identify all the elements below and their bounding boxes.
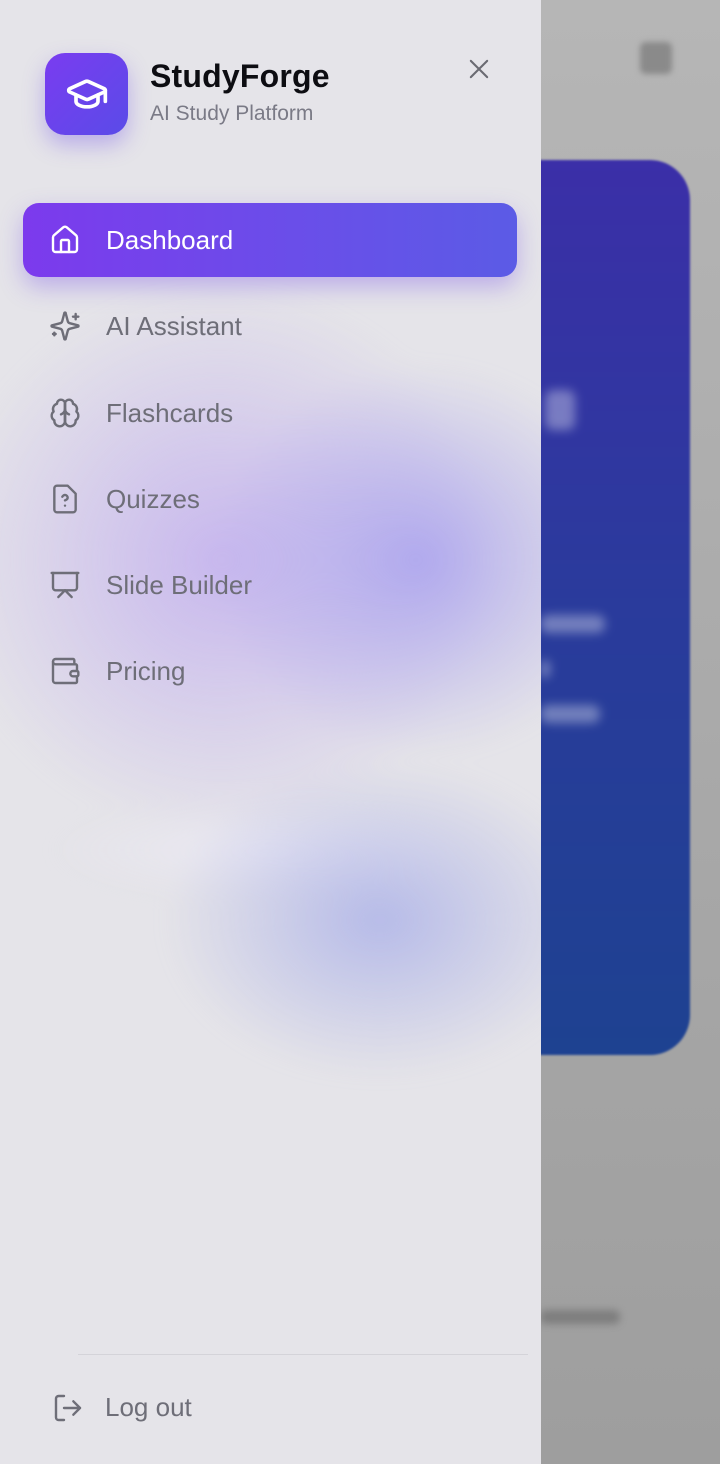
sidebar-item-label: Pricing: [106, 656, 186, 687]
background-menu-icon: [640, 42, 672, 74]
home-icon: [49, 224, 81, 256]
background-card-text: [540, 615, 605, 633]
background-card-text: [540, 705, 600, 723]
sidebar-item-ai-assistant[interactable]: AI Assistant: [23, 289, 517, 363]
wallet-icon: [49, 655, 81, 687]
background-footer-text: [540, 1310, 620, 1324]
background-card-text: [540, 660, 550, 678]
app-screen: StudyForge AI Study Platform Dashboard A…: [0, 0, 720, 1464]
brand-logo: [45, 53, 128, 135]
close-icon: [469, 59, 489, 79]
sidebar-item-label: Dashboard: [106, 225, 234, 255]
presentation-icon: [49, 569, 81, 601]
sidebar-nav: Dashboard AI Assistant Flashcards Quizze…: [23, 203, 517, 721]
sidebar-item-label: Flashcards: [106, 397, 234, 428]
sidebar-item-slide-builder[interactable]: Slide Builder: [23, 548, 517, 622]
sidebar-item-quizzes[interactable]: Quizzes: [23, 462, 517, 536]
close-drawer-button[interactable]: [458, 48, 500, 90]
logout-button[interactable]: Log out: [46, 1380, 346, 1436]
sidebar-item-label: AI Assistant: [106, 311, 242, 342]
brand-title: StudyForge: [150, 58, 330, 94]
graduation-cap-icon: [66, 79, 107, 109]
sidebar-item-label: Quizzes: [106, 483, 200, 514]
logout-label: Log out: [105, 1392, 192, 1422]
sparkles-icon: [49, 310, 81, 342]
sidebar-item-flashcards[interactable]: Flashcards: [23, 376, 517, 450]
sidebar-item-dashboard[interactable]: Dashboard: [23, 203, 517, 277]
navigation-drawer: StudyForge AI Study Platform Dashboard A…: [0, 0, 541, 1464]
footer-divider: [78, 1354, 528, 1355]
brand-subtitle: AI Study Platform: [150, 102, 314, 125]
background-card-text: [545, 390, 575, 430]
drawer-content: StudyForge AI Study Platform Dashboard A…: [0, 0, 541, 1464]
log-out-icon: [52, 1392, 84, 1424]
sidebar-item-pricing[interactable]: Pricing: [23, 634, 517, 708]
file-question-icon: [49, 483, 81, 515]
sidebar-item-label: Slide Builder: [106, 570, 252, 601]
brain-icon: [49, 397, 81, 429]
